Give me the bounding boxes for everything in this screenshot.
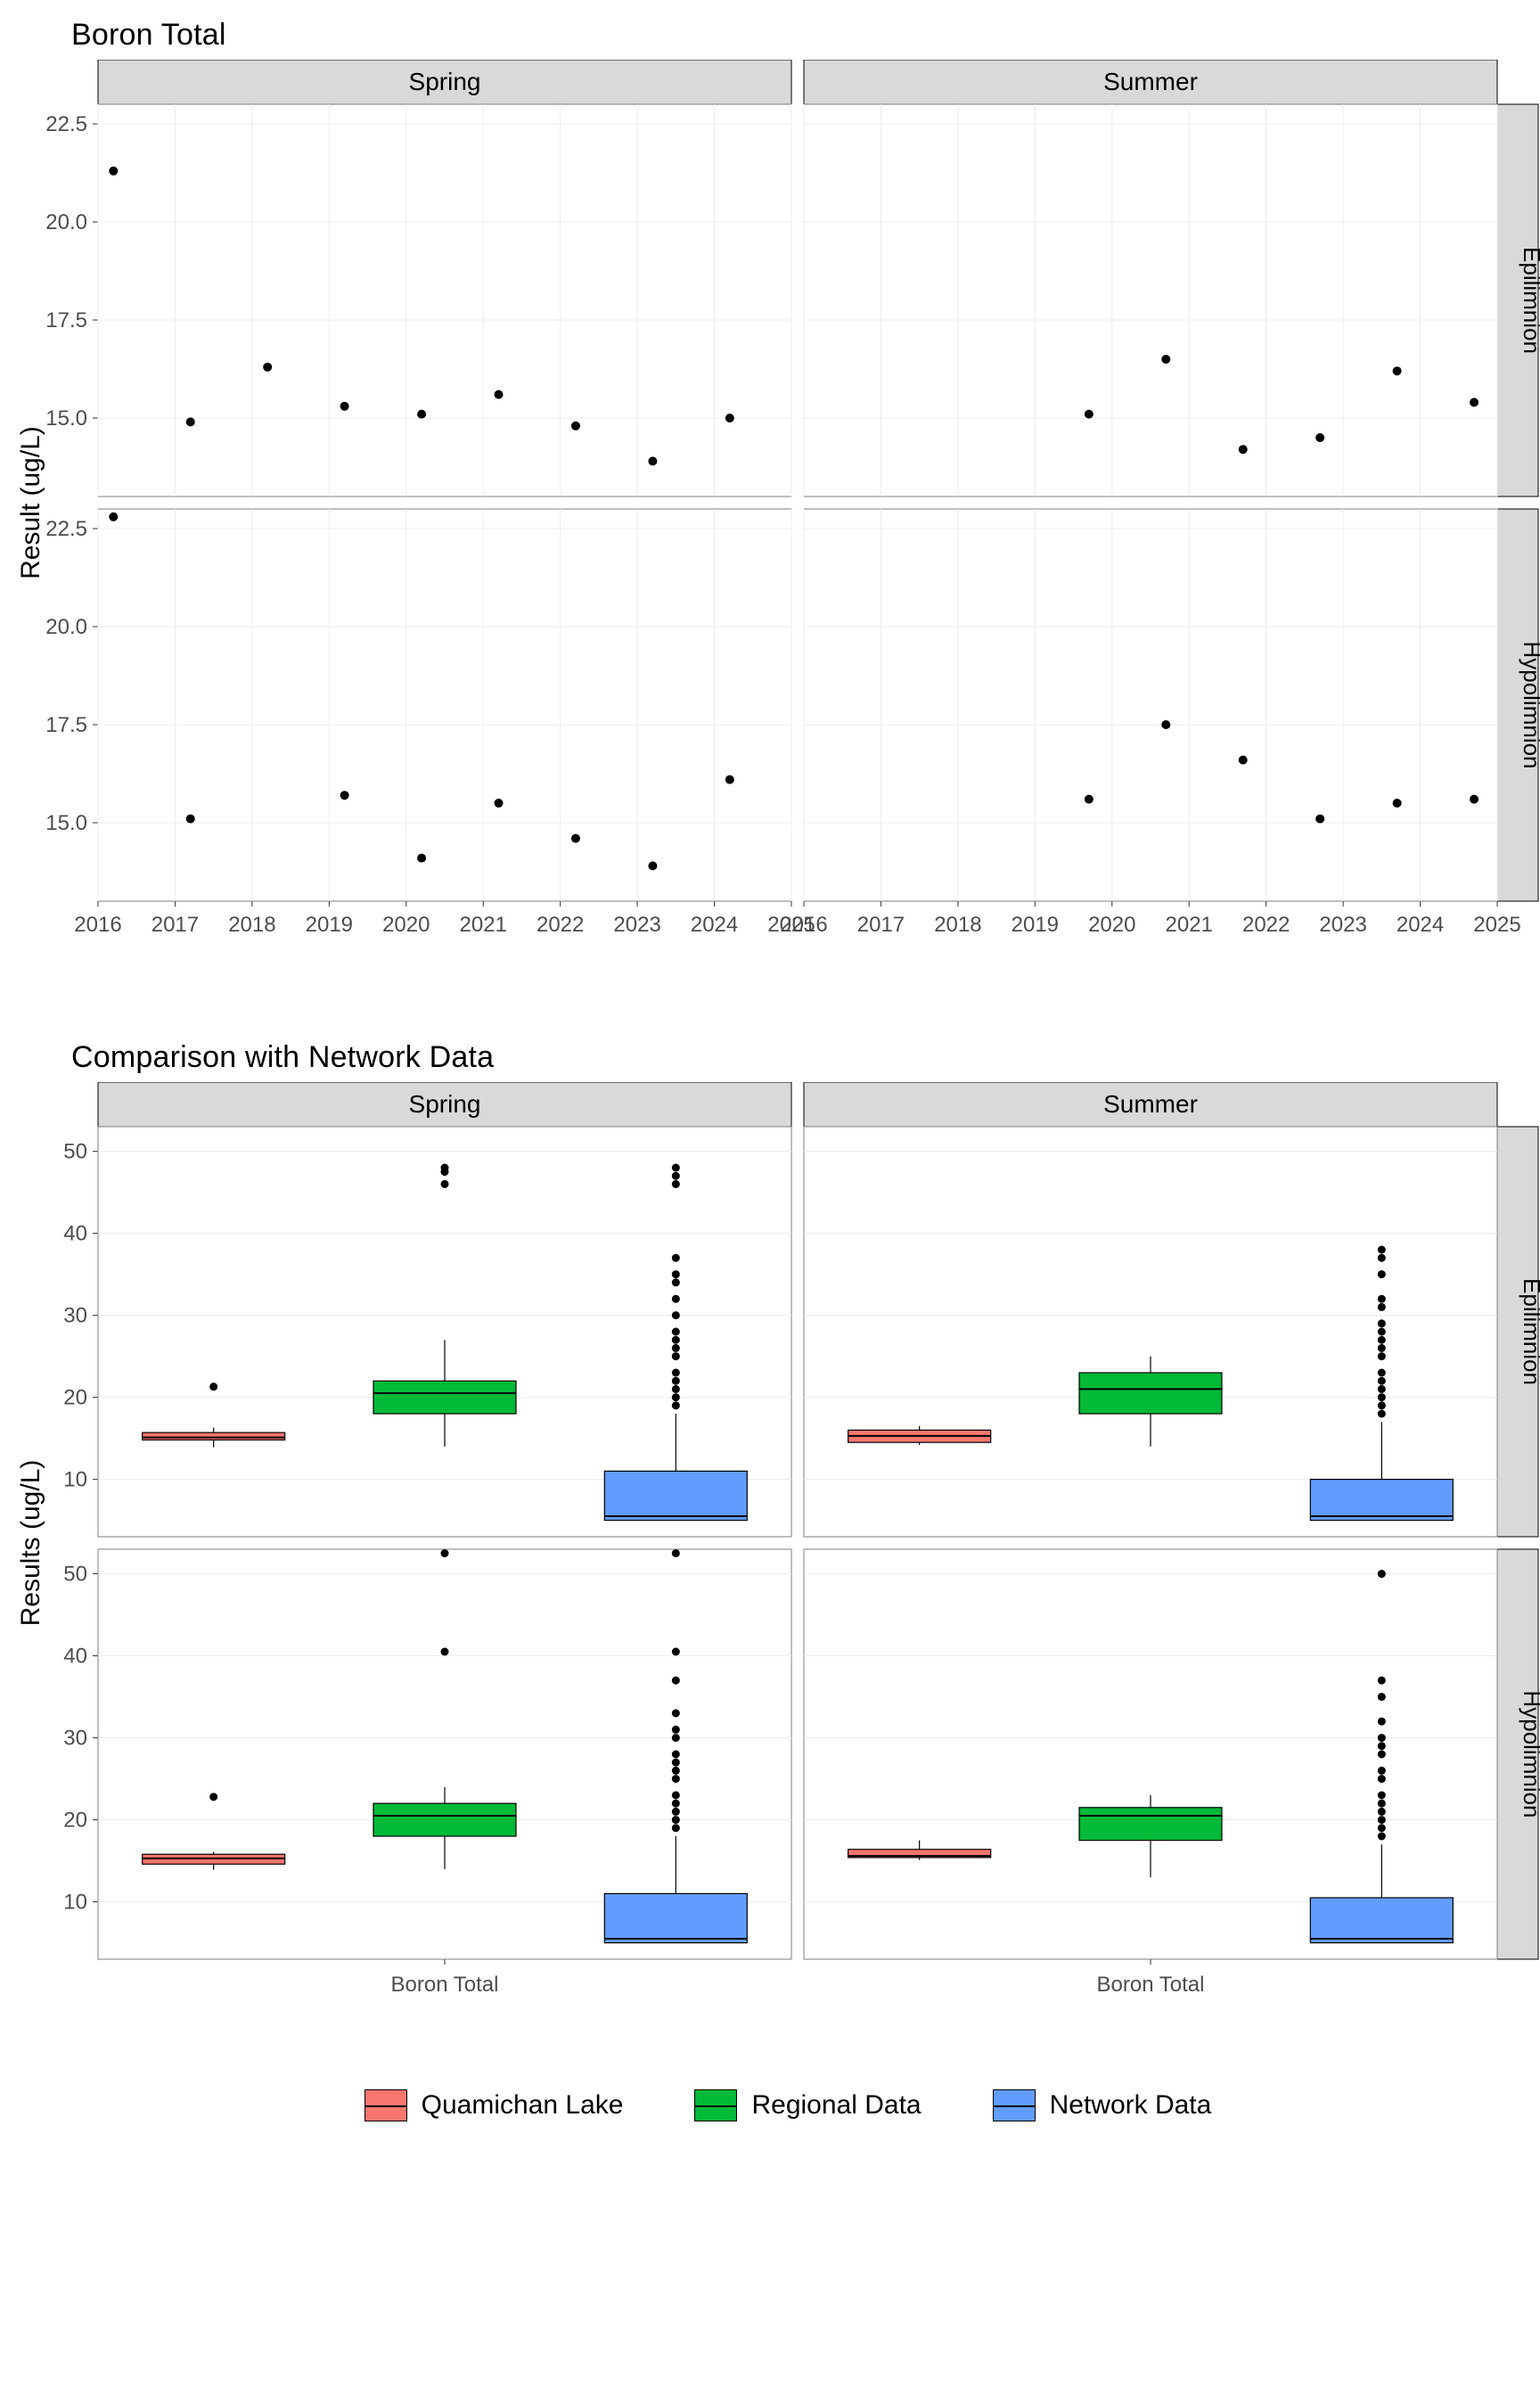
svg-text:2016: 2016 — [74, 913, 121, 937]
svg-text:22.5: 22.5 — [45, 517, 87, 541]
svg-text:50: 50 — [63, 1563, 87, 1587]
legend-item-quamichan: Quamichan Lake — [365, 2089, 624, 2121]
svg-text:2024: 2024 — [1397, 913, 1444, 937]
svg-text:50: 50 — [63, 1140, 87, 1164]
svg-text:2020: 2020 — [382, 913, 430, 937]
svg-text:2018: 2018 — [228, 913, 275, 937]
svg-text:Summer: Summer — [1103, 1090, 1198, 1118]
svg-text:10: 10 — [63, 1891, 87, 1915]
svg-text:Hypolimnion: Hypolimnion — [1519, 1690, 1540, 1818]
svg-text:2019: 2019 — [306, 913, 353, 937]
scatter-facet-plot: Spring Summer Epilimnion 15.0 17.5 20.0 22.5 Hy… — [18, 60, 1540, 1005]
svg-text:2017: 2017 — [152, 913, 199, 937]
svg-text:Spring: Spring — [409, 68, 481, 95]
legend-item-regional: Regional Data — [694, 2089, 921, 2121]
svg-text:15.0: 15.0 — [45, 811, 87, 835]
legend-label: Network Data — [1050, 2090, 1212, 2121]
svg-text:40: 40 — [63, 1222, 87, 1246]
svg-text:2018: 2018 — [934, 913, 981, 937]
svg-text:Hypolimnion: Hypolimnion — [1519, 641, 1540, 768]
svg-text:10: 10 — [63, 1468, 87, 1492]
svg-text:40: 40 — [63, 1645, 87, 1669]
svg-text:Results (ug/L): Results (ug/L) — [18, 1460, 45, 1627]
svg-text:2021: 2021 — [460, 913, 507, 937]
legend-label: Regional Data — [751, 2090, 921, 2121]
svg-text:30: 30 — [63, 1304, 87, 1328]
svg-text:22.5: 22.5 — [45, 112, 87, 136]
svg-text:2022: 2022 — [1242, 913, 1290, 937]
svg-text:Summer: Summer — [1103, 68, 1198, 95]
svg-text:20.0: 20.0 — [45, 210, 87, 234]
svg-text:2016: 2016 — [780, 913, 827, 937]
svg-text:2023: 2023 — [613, 913, 660, 937]
chart-title-1: Boron Total — [71, 18, 1540, 53]
svg-text:2017: 2017 — [857, 913, 905, 937]
svg-text:2025: 2025 — [1473, 913, 1520, 937]
svg-text:2020: 2020 — [1088, 913, 1135, 937]
legend-item-network: Network Data — [993, 2089, 1212, 2121]
svg-text:17.5: 17.5 — [45, 713, 87, 737]
svg-text:20: 20 — [63, 1386, 87, 1410]
svg-text:2019: 2019 — [1012, 913, 1059, 937]
legend: Quamichan Lake Regional Data Network Dat… — [18, 2089, 1540, 2121]
svg-text:2022: 2022 — [537, 913, 584, 937]
svg-text:15.0: 15.0 — [45, 406, 87, 431]
svg-text:2023: 2023 — [1319, 913, 1366, 937]
svg-text:2024: 2024 — [691, 913, 738, 937]
svg-text:Boron Total: Boron Total — [391, 1973, 499, 1997]
svg-text:Epilimnion: Epilimnion — [1519, 1278, 1540, 1385]
svg-text:20: 20 — [63, 1809, 87, 1833]
svg-text:Epilimnion: Epilimnion — [1519, 247, 1540, 354]
svg-text:2021: 2021 — [1166, 913, 1213, 937]
svg-text:30: 30 — [63, 1727, 87, 1751]
svg-text:Spring: Spring — [409, 1090, 481, 1118]
svg-text:Result (ug/L): Result (ug/L) — [18, 426, 45, 579]
svg-text:20.0: 20.0 — [45, 615, 87, 639]
chart-title-2: Comparison with Network Data — [71, 1040, 1540, 1075]
svg-text:17.5: 17.5 — [45, 308, 87, 332]
legend-label: Quamichan Lake — [422, 2090, 624, 2121]
box-facet-plot: Spring Summer Epilimnion 10 20 30 40 50 Hypolimn… — [18, 1082, 1540, 2054]
svg-text:Boron Total: Boron Total — [1097, 1973, 1205, 1997]
